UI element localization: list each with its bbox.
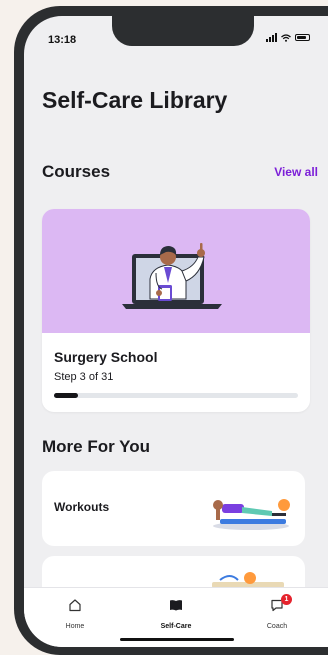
screen: 13:18 Self-Care Library Courses View all	[24, 16, 328, 647]
course-progress-fill	[54, 393, 78, 398]
tab-home-label: Home	[65, 623, 85, 630]
workout-illustration	[213, 499, 290, 530]
course-card[interactable]: Surgery School Step 3 of 31	[42, 209, 310, 412]
more-for-you-heading: More For You	[42, 437, 150, 456]
course-hero	[42, 209, 310, 333]
tab-coach[interactable]: 1 Coach	[242, 594, 312, 630]
wifi-icon	[281, 33, 291, 42]
coach-badge: 1	[281, 594, 292, 605]
tab-self-care[interactable]: Self-Care	[141, 598, 211, 630]
notch	[112, 16, 254, 46]
tab-home[interactable]: Home	[40, 598, 110, 630]
workouts-label: Workouts	[54, 500, 110, 514]
workouts-card[interactable]: Workouts	[42, 471, 305, 546]
tab-self-care-label: Self-Care	[160, 623, 192, 630]
home-icon	[69, 599, 81, 612]
courses-heading: Courses	[42, 162, 111, 181]
course-progress-bar	[54, 393, 298, 398]
course-step: Step 3 of 31	[54, 371, 114, 383]
signal-icon	[266, 33, 277, 42]
phone-frame: 13:18 Self-Care Library Courses View all	[14, 6, 328, 655]
page-title: Self-Care Library	[42, 87, 228, 113]
battery-icon	[295, 34, 310, 41]
status-icons	[266, 33, 310, 42]
course-title: Surgery School	[54, 349, 158, 365]
view-all-link[interactable]: View all	[274, 165, 318, 179]
doctor-illustration	[122, 243, 222, 309]
home-indicator	[120, 638, 234, 641]
tab-coach-label: Coach	[266, 623, 288, 630]
status-time: 13:18	[48, 34, 77, 46]
book-icon	[170, 600, 182, 611]
